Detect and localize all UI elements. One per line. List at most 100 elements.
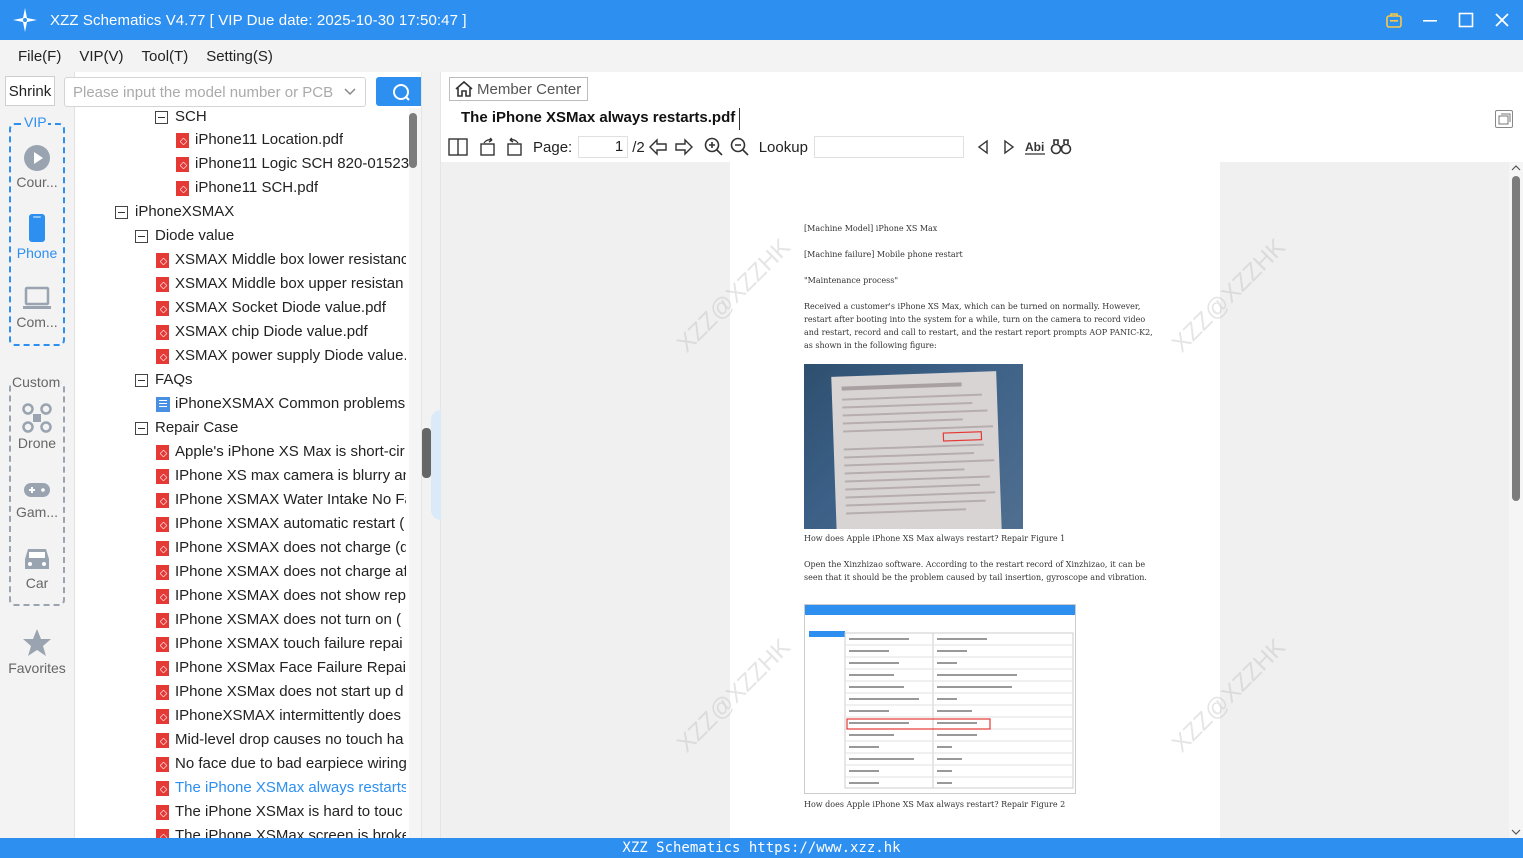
tree-item[interactable]: The iPhone XSMax screen is broke <box>156 824 406 838</box>
tree-folder-diode[interactable]: Diode value <box>135 224 234 248</box>
title-bar: XZZ Schematics V4.77 [ VIP Due date: 202… <box>0 0 1523 40</box>
viewer-scrollbar[interactable] <box>1509 162 1523 838</box>
tree-item[interactable]: IPhone XSMAX touch failure repai <box>156 632 406 656</box>
member-center-button[interactable]: Member Center <box>449 77 589 101</box>
rail-item-phone[interactable]: Phone <box>0 213 74 261</box>
rail-item-label: Favorites <box>8 660 66 676</box>
rail-item-drone[interactable]: Drone <box>0 403 74 451</box>
tree-folder-sch[interactable]: SCH <box>155 108 207 129</box>
pdf-icon <box>156 324 169 340</box>
collapse-toggle-icon[interactable] <box>155 110 168 124</box>
tree-item-selected[interactable]: The iPhone XSMax always restarts. <box>156 776 406 800</box>
tree-item[interactable]: The iPhone XSMax is hard to touc <box>156 800 406 824</box>
tree-item[interactable]: IPhone XSMAX does not show rep <box>156 584 406 608</box>
tree-item[interactable]: IPhone XSMAX does not turn on ( <box>156 608 406 632</box>
rotate-left-icon[interactable] <box>475 136 501 158</box>
document-tab[interactable]: The iPhone XSMax always restarts.pdf <box>461 109 735 126</box>
tree-item[interactable]: IPhoneXSMAX intermittently does <box>156 704 406 728</box>
tree-item[interactable]: XSMAX Middle box lower resistanc <box>156 248 406 272</box>
doc-machine-failure: [Machine failure] Mobile phone restart <box>804 250 963 259</box>
scroll-up-icon <box>1511 165 1521 171</box>
pdf-icon <box>156 516 169 532</box>
tree-item[interactable]: XSMAX chip Diode value.pdf <box>156 320 406 344</box>
rail-item-car[interactable]: Car <box>0 545 74 591</box>
tree-folder-iphonexsmax[interactable]: iPhoneXSMAX <box>115 200 234 224</box>
tree-item[interactable]: IPhone XS max camera is blurry an <box>156 464 406 488</box>
collapse-toggle-icon[interactable] <box>135 421 148 435</box>
tree-item[interactable]: No face due to bad earpiece wiring <box>156 752 406 776</box>
find-next-icon[interactable] <box>996 136 1022 158</box>
tree-scrollbar[interactable] <box>409 108 421 838</box>
rail-item-computer[interactable]: Com... <box>0 286 74 330</box>
lookup-input[interactable] <box>813 136 964 158</box>
tree-item[interactable]: IPhone XSMAX does not charge af <box>156 560 406 584</box>
previous-page-arrow-icon[interactable] <box>645 136 671 158</box>
tree-item[interactable]: IPhone XSMax Face Failure Repair. <box>156 656 406 680</box>
collapse-toggle-icon[interactable] <box>115 205 128 219</box>
tree-item[interactable]: IPhone XSMax does not start up d <box>156 680 406 704</box>
shrink-button[interactable]: Shrink <box>5 76 55 106</box>
pdf-viewer[interactable]: XZZ@XZZHK XZZ@XZZHK XZZ@XZZHK XZZ@XZZHK … <box>441 162 1509 838</box>
tree-folder-faqs[interactable]: FAQs <box>135 368 193 392</box>
tree-item[interactable]: IPhone XSMAX Water Intake No Fa <box>156 488 406 512</box>
search-input[interactable] <box>73 83 333 101</box>
maximize-button[interactable] <box>1455 9 1477 31</box>
pdf-page: XZZ@XZZHK XZZ@XZZHK XZZ@XZZHK XZZ@XZZHK … <box>672 162 1291 838</box>
lookup-label: Lookup <box>758 138 808 156</box>
collapse-toggle-icon[interactable] <box>135 373 148 387</box>
pdf-icon <box>156 300 169 316</box>
find-all-binoculars-icon[interactable] <box>1048 136 1074 158</box>
viewer-toolbar: Page: 1 /2 Lookup Abi <box>441 134 1523 160</box>
screenshot-titlebar <box>805 605 1075 615</box>
tree-item[interactable]: iPhone11 Location.pdf <box>176 128 343 152</box>
page-number-input[interactable]: 1 <box>578 136 629 158</box>
tree-folder-repair-case[interactable]: Repair Case <box>135 416 238 440</box>
next-page-arrow-icon[interactable] <box>671 136 697 158</box>
tree-item[interactable]: IPhone XSMAX does not charge (d <box>156 536 406 560</box>
viewer-scroll-thumb[interactable] <box>1512 176 1520 501</box>
tree-item[interactable]: iPhone11 SCH.pdf <box>176 176 318 200</box>
find-previous-icon[interactable] <box>970 136 996 158</box>
collapse-panel-tab[interactable] <box>431 410 441 520</box>
vip-bag-icon[interactable] <box>1383 9 1405 31</box>
pdf-icon <box>156 492 169 508</box>
zoom-in-icon[interactable] <box>701 136 727 158</box>
two-page-view-icon[interactable] <box>445 136 471 158</box>
menu-file[interactable]: File(F) <box>0 48 69 65</box>
tree-item[interactable]: XSMAX Middle box upper resistan <box>156 272 406 296</box>
page-label: Page: <box>533 138 573 156</box>
minimize-button[interactable] <box>1419 9 1441 31</box>
menu-vip[interactable]: VIP(V) <box>69 48 131 65</box>
tree-item[interactable]: XSMAX Socket Diode value.pdf <box>156 296 406 320</box>
tree-item[interactable]: iPhone11 Logic SCH 820-01523 <box>176 152 409 176</box>
search-icon <box>392 83 410 101</box>
tree-item[interactable]: Mid-level drop causes no touch ha <box>156 728 406 752</box>
menu-setting[interactable]: Setting(S) <box>196 48 281 65</box>
rail-item-favorites[interactable]: Favorites <box>0 628 74 676</box>
panel-splitter[interactable] <box>421 72 441 838</box>
tree-item[interactable]: iPhoneXSMAX Common problems <box>156 392 406 416</box>
zoom-out-icon[interactable] <box>727 136 753 158</box>
tab-divider <box>739 108 740 130</box>
gamepad-icon <box>24 483 50 497</box>
rail-item-game[interactable]: Gam... <box>0 478 74 520</box>
tree-item[interactable]: Apple's iPhone XS Max is short-cir <box>156 440 406 464</box>
rail-item-courses[interactable]: Cour... <box>0 144 74 190</box>
tree-item[interactable]: IPhone XSMAX automatic restart ( <box>156 512 406 536</box>
pdf-icon <box>156 732 169 748</box>
match-case-icon[interactable]: Abi <box>1022 136 1048 158</box>
tree-item[interactable]: XSMAX power supply Diode value. <box>156 344 406 368</box>
menu-tool[interactable]: Tool(T) <box>132 48 197 65</box>
rotate-right-icon[interactable] <box>501 136 527 158</box>
pdf-icon <box>156 612 169 628</box>
document-pane: Member Center The iPhone XSMax always re… <box>441 72 1523 838</box>
screenshot-table-graphic <box>809 631 1074 789</box>
collapse-toggle-icon[interactable] <box>135 229 148 243</box>
close-document-icon[interactable] <box>1495 110 1513 128</box>
watermark: XZZ@XZZHK <box>671 233 796 358</box>
splitter-grip[interactable] <box>422 428 431 478</box>
close-button[interactable] <box>1491 9 1513 31</box>
chevron-down-icon[interactable] <box>343 85 357 104</box>
search-button[interactable] <box>376 77 425 106</box>
tree-scroll-thumb[interactable] <box>409 113 417 168</box>
